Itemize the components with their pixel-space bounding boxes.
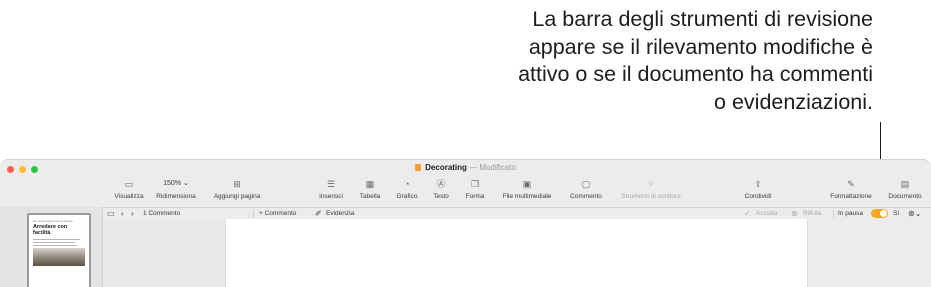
- zoom-value: 150% ⌄: [163, 180, 189, 187]
- thumbnail-kicker: Un nuovo approccio al design: [33, 219, 73, 223]
- document-page[interactable]: [225, 219, 808, 287]
- tracking-options-icon[interactable]: ⊛⌄: [908, 209, 921, 219]
- share-label: Condividi: [744, 193, 772, 200]
- page-thumbnails-sidebar: Un nuovo approccio al design Arredare co…: [0, 207, 103, 287]
- table-icon: ▦: [365, 179, 375, 189]
- format-label: Formattazione: [830, 193, 872, 200]
- chart-icon: ◔: [404, 179, 410, 189]
- comment-icon: ▢: [581, 179, 591, 189]
- reject-button[interactable]: Rifiuta: [803, 209, 821, 219]
- page-thumbnail[interactable]: Un nuovo approccio al design Arredare co…: [27, 213, 91, 287]
- document-name: Decorating: [425, 163, 467, 172]
- view-label: Visualizza: [114, 193, 144, 200]
- callout-line-3: attivo o se il documento ha commenti: [518, 62, 873, 86]
- add-page-icon: ⊞: [233, 179, 241, 189]
- title-separator: —: [466, 163, 480, 172]
- document-panel-icon: ▤: [900, 179, 910, 189]
- inspector-gutter: [808, 219, 931, 287]
- thumbnail-text-lines: [33, 239, 85, 246]
- toggle-knob: [880, 210, 887, 217]
- paused-label: In pausa: [838, 210, 863, 217]
- share-icon: ⇪: [754, 179, 762, 189]
- paintbrush-icon: ✎: [847, 179, 855, 189]
- document-label: Documento: [888, 193, 922, 200]
- thumbnail-title: Arredare con facilità: [33, 224, 68, 236]
- shape-label: Forma: [465, 193, 485, 200]
- accept-button[interactable]: Accetta: [756, 209, 778, 219]
- add-page-label: Aggiungi pagina: [213, 193, 261, 200]
- main-toolbar: ▭ Visualizza 150% ⌄ Ridimensiona ⊞ Aggiu…: [0, 178, 931, 206]
- window-title: Decorating — Modificato: [0, 163, 931, 172]
- text-box-icon: Ⓐ: [436, 179, 446, 189]
- zoom-button[interactable]: 150% ⌄ Ridimensiona: [152, 178, 200, 200]
- shape-icon: ❐: [470, 179, 480, 189]
- text-button[interactable]: Ⓐ Testo: [428, 178, 454, 200]
- review-toolbar: ▭ ‹ › 1 Commento + Commento ✐ Evidenzia …: [103, 207, 931, 219]
- writing-tools-label: Strumenti di scrittura: [621, 193, 681, 200]
- format-button[interactable]: ✎ Formattazione: [824, 178, 878, 200]
- table-label: Tabella: [359, 193, 381, 200]
- text-label: Testo: [433, 193, 449, 200]
- writing-tools-icon: ✧: [647, 179, 655, 189]
- document-icon: [415, 164, 422, 171]
- highlighter-icon: ✐: [315, 209, 322, 218]
- tracking-state-label: Sì: [893, 210, 900, 217]
- photo-icon: ▣: [522, 179, 532, 189]
- insert-icon: ☰: [326, 179, 336, 189]
- chart-button[interactable]: ◔ Grafico: [392, 178, 422, 200]
- comment-count: 1 Commento: [143, 210, 181, 217]
- previous-comment-chevron-icon[interactable]: ‹: [121, 209, 124, 219]
- insert-button[interactable]: ☰ Inserisci: [314, 178, 348, 200]
- comment-label: Commento: [570, 193, 602, 200]
- sidebar-toggle-icon[interactable]: ▭: [107, 209, 115, 219]
- add-comment-button[interactable]: + Commento: [259, 209, 296, 219]
- share-button[interactable]: ⇪ Condividi: [738, 178, 778, 200]
- highlight-button[interactable]: Evidenzia: [326, 209, 354, 219]
- callout-line-1: La barra degli strumenti di revisione: [532, 7, 873, 31]
- zoom-label: Ridimensiona: [156, 193, 196, 200]
- callout-line-4: o evidenziazioni.: [714, 89, 873, 114]
- shape-button[interactable]: ❐ Forma: [460, 178, 490, 200]
- media-label: File multimediale: [502, 193, 552, 200]
- document-button[interactable]: ▤ Documento: [883, 178, 927, 200]
- comment-button[interactable]: ▢ Commento: [566, 178, 606, 200]
- document-status: Modificato: [479, 163, 516, 172]
- callout-line-2: appare se il rilevamento modifiche è: [528, 34, 873, 59]
- table-button[interactable]: ▦ Tabella: [354, 178, 386, 200]
- review-divider-right: [833, 210, 834, 218]
- media-button[interactable]: ▣ File multimediale: [496, 178, 558, 200]
- sidebar-icon: ▭: [124, 179, 134, 189]
- track-changes-toggle[interactable]: [871, 209, 888, 218]
- callout-text: La barra degli strumenti di revisione ap…: [353, 6, 873, 116]
- chart-label: Grafico: [396, 193, 418, 200]
- view-button[interactable]: ▭ Visualizza: [110, 178, 148, 200]
- reject-x-icon: ⊗: [791, 209, 798, 218]
- thumbnail-photo: [33, 248, 85, 266]
- insert-label: Inserisci: [319, 193, 343, 200]
- writing-tools-button[interactable]: ✧ Strumenti di scrittura: [612, 178, 690, 200]
- review-divider: [253, 210, 254, 218]
- add-page-button[interactable]: ⊞ Aggiungi pagina: [208, 178, 266, 200]
- next-comment-chevron-icon[interactable]: ›: [131, 209, 134, 219]
- pages-window: Decorating — Modificato ▭ Visualizza 150…: [0, 159, 931, 287]
- accept-check-icon: ✓: [744, 209, 751, 218]
